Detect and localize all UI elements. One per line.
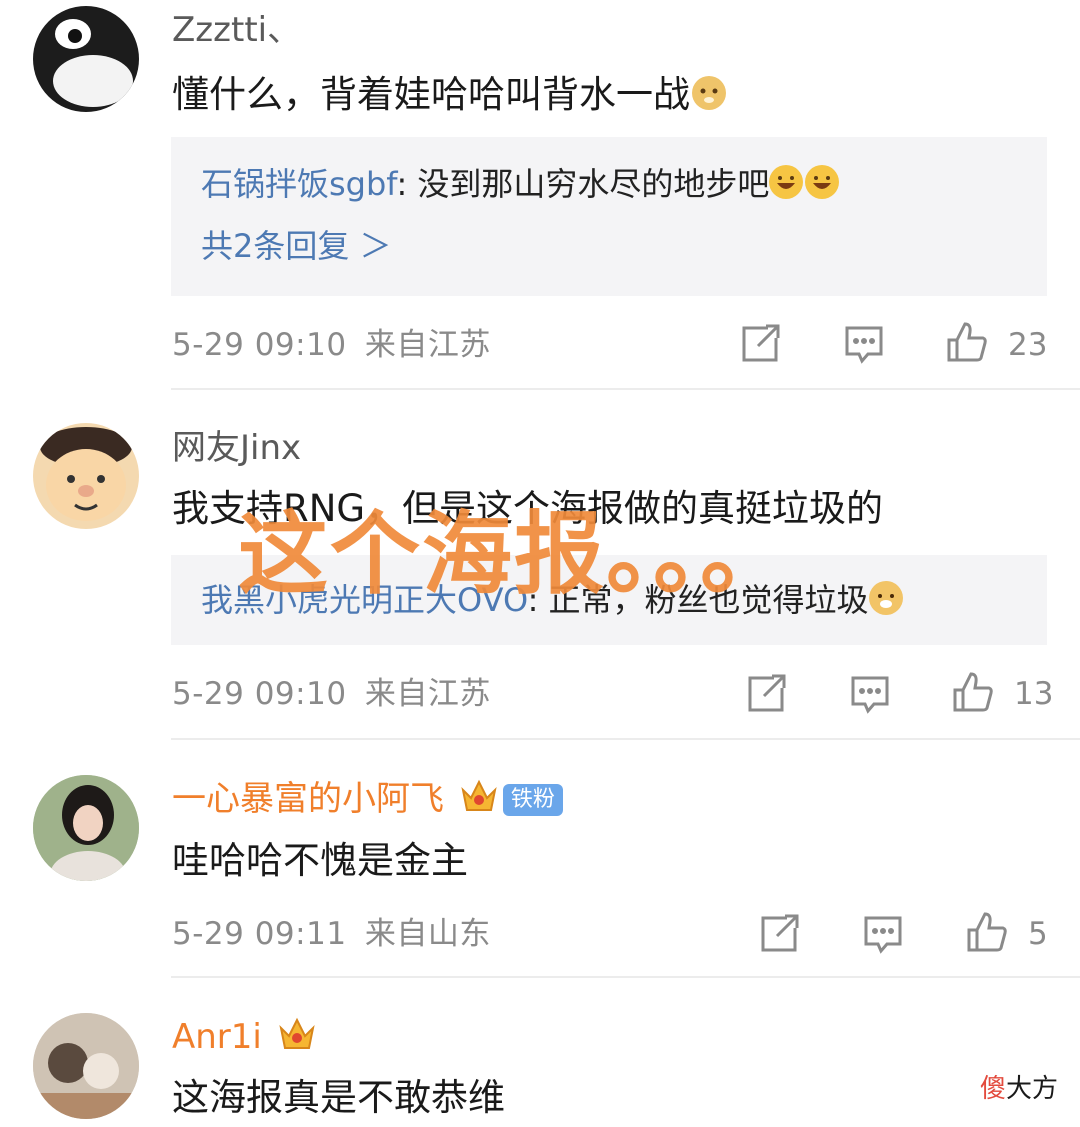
comment-icon[interactable] [848,672,892,716]
reply-line: 石锅拌饭sgbf: 没到那山穷水尽的地步吧 [201,163,840,205]
reply-text: 没到那山穷水尽的地步吧 [417,165,770,203]
vip-crown-icon [279,1017,315,1049]
username[interactable]: Zzztti、 [172,10,301,50]
location: 来自江苏 [364,676,491,712]
like-count: 13 [1014,676,1054,712]
laugh-emoji [805,165,840,199]
username[interactable]: 网友Jinx [172,428,301,468]
comment-meta: 5-29 09:10 来自江苏 [172,325,491,365]
avatar[interactable] [33,775,139,881]
like-count: 23 [1008,327,1048,363]
location: 来自江苏 [364,327,491,363]
username: Anr1i [172,1016,317,1057]
comment-text: 这海报真是不敢恭维 [172,1076,505,1119]
share-icon[interactable] [757,912,801,956]
timestamp: 5-29 09:10 [172,327,347,363]
watermark: 傻大方 [979,1074,1058,1104]
laugh-emoji [769,165,804,199]
avatar[interactable] [33,1013,139,1119]
comment-text: 懂什么，背着娃哈哈叫背水一战 [172,72,726,118]
share-icon[interactable] [744,672,788,716]
avatar[interactable] [33,423,139,529]
view-more-replies[interactable]: 共2条回复 ＞ [201,225,392,267]
like-count: 5 [1028,916,1048,952]
like-icon[interactable] [951,670,995,714]
share-icon[interactable] [738,322,782,366]
username: 一心暴富的小阿飞 铁粉 [172,778,563,819]
comment-text: 哇哈哈不愧是金主 [172,839,468,882]
reply-username[interactable]: 石锅拌饭sgbf [201,165,396,203]
comment-4: Anr1i 这海报真是不敢恭维 [0,978,1080,1127]
vip-crown-icon [461,779,497,811]
reply-box[interactable]: 石锅拌饭sgbf: 没到那山穷水尽的地步吧 共2条回复 ＞ [171,137,1047,296]
doge-emoji [692,76,726,110]
avatar[interactable] [33,6,139,112]
comment-meta: 5-29 09:11 来自山东 [172,914,491,954]
timestamp: 5-29 09:11 [172,916,347,952]
fan-badge: 铁粉 [502,784,563,816]
timestamp: 5-29 09:10 [172,676,347,712]
like-icon[interactable] [945,320,989,364]
comment-icon[interactable] [842,322,886,366]
location: 来自山东 [364,916,491,952]
dog-emoji [868,581,903,615]
comment-3: 一心暴富的小阿飞 铁粉 哇哈哈不愧是金主 5-29 09:11 来自山东 5 [0,740,1080,978]
comment-icon[interactable] [861,912,905,956]
comment-1: Zzztti、 懂什么，背着娃哈哈叫背水一战 石锅拌饭sgbf: 没到那山穷水尽… [0,0,1080,390]
like-icon[interactable] [965,910,1009,954]
comment-meta: 5-29 09:10 来自江苏 [172,674,491,714]
overlay-annotation: 这个海报。。。 [238,502,792,607]
